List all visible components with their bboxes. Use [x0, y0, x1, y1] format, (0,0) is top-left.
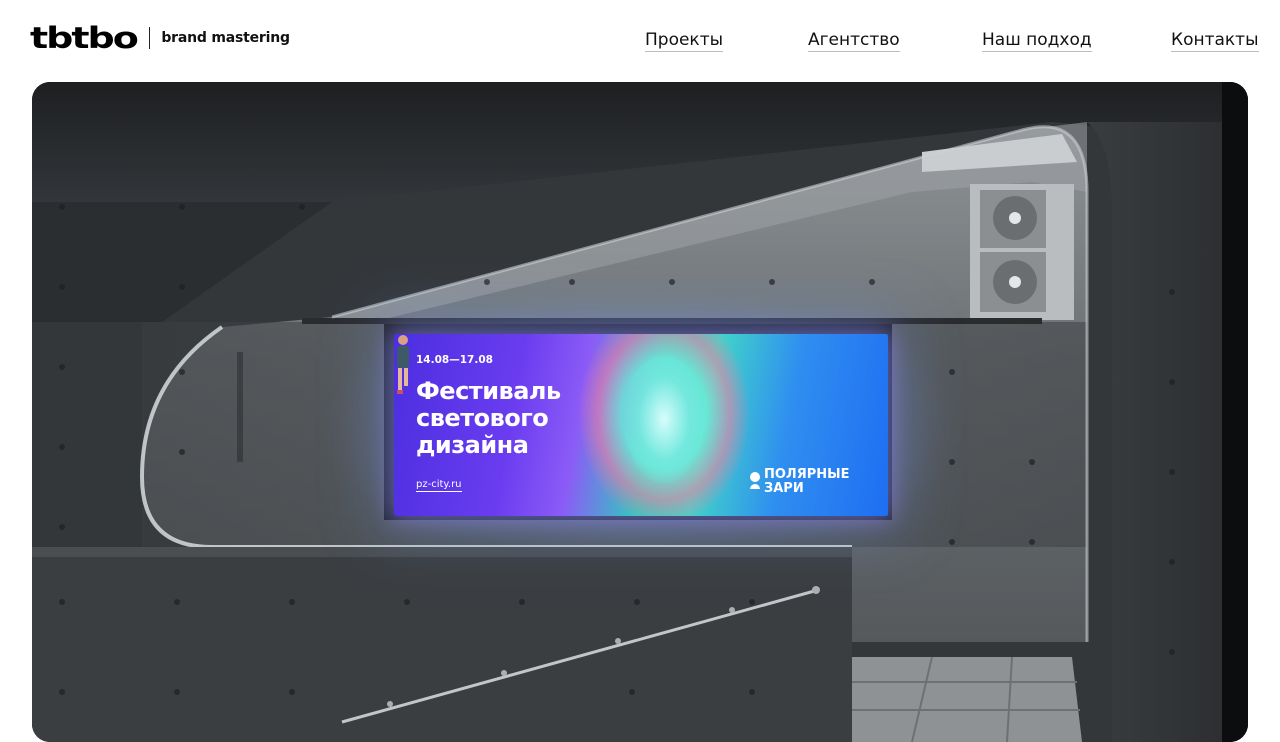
nav-link-contacts[interactable]: Контакты: [1171, 30, 1259, 52]
nav-link-agency[interactable]: Агентство: [808, 30, 900, 52]
poster-light-core: [624, 354, 704, 484]
child-figure: [397, 335, 409, 394]
ac-unit: [970, 184, 1074, 320]
logo-tagline: brand mastering: [161, 30, 290, 46]
poster-dates: 14.08—17.08: [416, 354, 493, 366]
brand-mark-icon: [750, 472, 760, 492]
logo-wordmark[interactable]: tbtbo: [30, 23, 139, 53]
billboard-poster: 14.08—17.08 Фестиваль светового дизайна …: [394, 334, 888, 516]
nav-link-projects[interactable]: Проекты: [645, 30, 724, 52]
logo[interactable]: tbtbo brand mastering: [30, 22, 290, 54]
logo-divider: [148, 27, 151, 49]
poster-url: pz-city.ru: [416, 479, 462, 492]
nav-link-approach[interactable]: Наш подход: [982, 30, 1092, 52]
hero-image: 14.08—17.08 Фестиваль светового дизайна …: [32, 82, 1248, 742]
poster-brand: ПОЛЯРНЫЕ ЗАРИ: [764, 467, 850, 496]
site-header: tbtbo brand mastering Проекты Агентство …: [0, 0, 1280, 80]
poster-title: Фестиваль светового дизайна: [416, 377, 561, 459]
